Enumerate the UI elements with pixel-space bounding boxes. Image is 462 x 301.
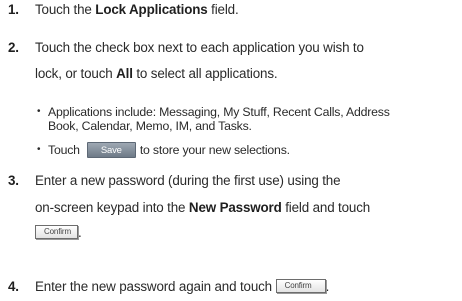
text-run: Enter the new password again and touch	[35, 279, 272, 294]
bullet-text: Book, Calendar, Memo, IM, and Tasks.	[48, 119, 252, 133]
text-run: field and touch	[281, 200, 371, 215]
save-button[interactable]: Save	[86, 141, 136, 158]
option-all: All	[116, 66, 133, 81]
step-number: 3.	[8, 173, 19, 188]
text-run: .	[325, 279, 330, 294]
bullet-text: Touch Save to store your new selections.	[48, 141, 290, 159]
field-name-new-password: New Password	[188, 200, 282, 215]
bullet-icon: •	[37, 144, 41, 155]
step-text: lock, or touch All to select all applica…	[35, 66, 278, 82]
text-run: lock, or touch	[35, 66, 117, 81]
instruction-document: 1. Touch the Lock Applications field. 2.…	[0, 0, 462, 301]
step-number: 2.	[8, 40, 19, 55]
step-text: Enter the new password again and touch C…	[35, 279, 329, 295]
text-run: to select all applications.	[132, 66, 278, 81]
step-text: Touch the Lock Applications field.	[35, 2, 239, 18]
step-number: 1.	[8, 2, 19, 17]
text-run: Touch	[48, 143, 80, 157]
step-number: 4.	[8, 279, 19, 294]
text-run: to store your new selections.	[139, 143, 290, 157]
confirm-button[interactable]: Confirm	[35, 225, 78, 240]
step-text: Enter a new password (during the first u…	[35, 173, 341, 188]
text-run: Touch the	[35, 2, 96, 17]
text-run: on-screen keypad into the	[35, 200, 189, 215]
step-text: Touch the check box next to each applica…	[35, 40, 364, 55]
text-run: field.	[207, 2, 239, 17]
step-text: Confirm.	[35, 225, 82, 241]
confirm-button[interactable]: Confirm	[275, 279, 326, 294]
text-run: .	[78, 225, 82, 240]
step-text: on-screen keypad into the New Password f…	[35, 200, 370, 216]
field-name-lock-applications: Lock Applications	[95, 2, 208, 17]
bullet-icon: •	[37, 106, 41, 117]
